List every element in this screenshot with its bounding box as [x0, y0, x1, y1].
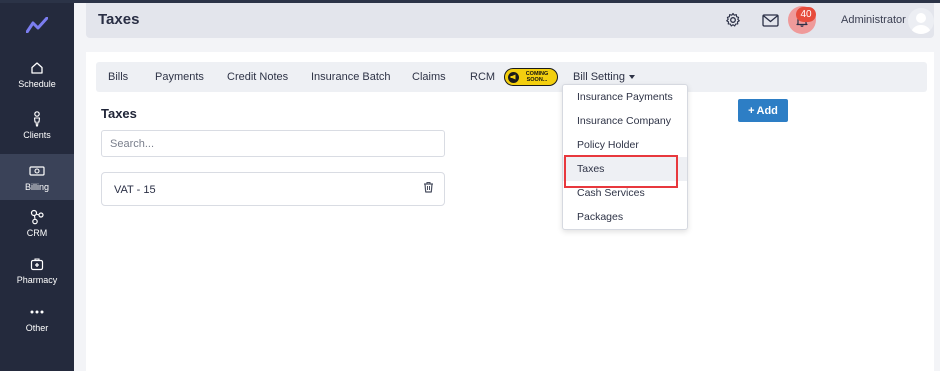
tab-bill-setting[interactable]: Bill Setting: [573, 71, 635, 83]
network-icon: [29, 209, 45, 225]
highlight-box: [564, 155, 678, 188]
top-header: Taxes 40 Administrator: [86, 3, 934, 38]
sidebar-item-label: Pharmacy: [16, 274, 58, 285]
trash-icon: [424, 181, 433, 193]
sidebar-item-label: Billing: [24, 181, 49, 192]
coming-soon-badge: COMING SOON...: [504, 68, 558, 86]
messages-button[interactable]: [761, 11, 779, 29]
user-avatar-icon: [911, 13, 931, 34]
sidebar-item-other[interactable]: Other: [0, 295, 74, 341]
sidebar-item-label: CRM: [26, 227, 48, 238]
main-content: Bills Payments Credit Notes Insurance Ba…: [86, 52, 934, 371]
user-name[interactable]: Administrator: [841, 14, 906, 26]
add-button-label: Add: [756, 104, 778, 117]
gear-icon: [726, 12, 740, 27]
sidebar-item-pharmacy[interactable]: Pharmacy: [0, 247, 74, 293]
home-icon: [29, 60, 45, 76]
tab-insurance-batch[interactable]: Insurance Batch: [311, 71, 391, 83]
menu-item-insurance-company[interactable]: Insurance Company: [563, 109, 687, 133]
money-icon: [29, 163, 45, 179]
megaphone-icon: [508, 71, 519, 83]
tab-bills[interactable]: Bills: [108, 71, 128, 83]
tax-item[interactable]: VAT - 15: [101, 172, 445, 206]
more-icon: [29, 304, 45, 320]
sidebar-item-clients[interactable]: Clients: [0, 102, 74, 148]
menu-item-policy-holder[interactable]: Policy Holder: [563, 133, 687, 157]
sidebar-item-label: Schedule: [18, 78, 56, 89]
avatar[interactable]: [908, 8, 934, 34]
menu-item-packages[interactable]: Packages: [563, 205, 687, 229]
mail-icon: [761, 13, 779, 27]
delete-button[interactable]: [423, 180, 435, 193]
search-input[interactable]: [101, 130, 445, 157]
tab-payments[interactable]: Payments: [155, 71, 204, 83]
sidebar-item-label: Other: [25, 322, 49, 333]
tax-item-label: VAT - 15: [114, 184, 156, 196]
app-logo[interactable]: [0, 3, 74, 47]
billing-tabs: Bills Payments Credit Notes Insurance Ba…: [96, 62, 927, 92]
sidebar-item-billing[interactable]: Billing: [0, 154, 74, 200]
section-title: Taxes: [101, 106, 137, 121]
tab-rcm[interactable]: RCM: [470, 71, 495, 83]
page-title: Taxes: [98, 11, 140, 28]
tab-credit-notes[interactable]: Credit Notes: [227, 71, 288, 83]
sidebar-item-schedule[interactable]: Schedule: [0, 51, 74, 97]
sidebar-item-crm[interactable]: CRM: [0, 200, 74, 246]
tab-claims[interactable]: Claims: [412, 71, 446, 83]
tab-bill-setting-label: Bill Setting: [573, 71, 625, 83]
person-icon: [29, 110, 45, 127]
medkit-icon: [29, 256, 45, 272]
sidebar-item-label: Clients: [23, 129, 51, 140]
menu-item-insurance-payments[interactable]: Insurance Payments: [563, 85, 687, 109]
sidebar: Schedule Clients Billing CRM Pharmacy Ot…: [0, 3, 74, 371]
coming-soon-text: COMING SOON...: [525, 71, 549, 83]
notification-count-badge: 40: [796, 7, 816, 22]
add-button[interactable]: + Add: [738, 99, 788, 122]
chart-logo-icon: [26, 17, 48, 33]
caret-down-icon: [628, 75, 635, 80]
plus-icon: +: [748, 104, 755, 117]
settings-button[interactable]: [724, 11, 742, 29]
